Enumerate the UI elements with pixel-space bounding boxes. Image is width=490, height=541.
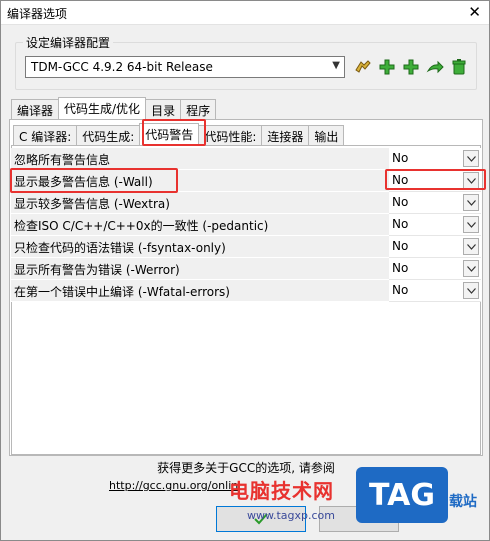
option-row: 显示较多警告信息 (-Wextra) No [11, 192, 481, 214]
option-label: 只检查代码的语法错误 (-fsyntax-only) [11, 236, 389, 258]
option-value: No [392, 283, 409, 297]
option-value-select[interactable]: No [389, 214, 481, 236]
option-row: 忽略所有警告信息 No [11, 148, 481, 170]
warning-options-grid: 忽略所有警告信息 No 显示最多警告信息 (-Wall) No 显示较多警告信息… [11, 148, 481, 302]
option-row: 在第一个错误中止编译 (-Wfatal-errors) No [11, 280, 481, 302]
tab-directories[interactable]: 目录 [145, 99, 182, 119]
watermark-badge-text: TAG [369, 477, 435, 513]
option-value-select[interactable]: No [389, 148, 481, 170]
option-label: 在第一个错误中止编译 (-Wfatal-errors) [11, 280, 389, 302]
rename-icon[interactable] [425, 57, 445, 77]
main-tab-bar: 编译器 代码生成/优化 目录 程序 [11, 97, 217, 119]
add-icon[interactable] [377, 57, 397, 77]
option-value-select[interactable]: No [389, 280, 481, 302]
tab-programs[interactable]: 程序 [180, 99, 217, 119]
chevron-down-icon[interactable] [463, 172, 479, 189]
delete-icon[interactable] [449, 57, 469, 77]
option-value: No [392, 151, 409, 165]
option-value: No [392, 173, 409, 187]
chevron-down-icon[interactable] [463, 238, 479, 255]
sub-tab-bar: C 编译器: 代码生成: 代码警告 代码性能: 连接器 输出 [13, 123, 345, 145]
compiler-config-value: TDM-GCC 4.9.2 64-bit Release [31, 60, 213, 74]
close-icon[interactable]: ✕ [468, 3, 481, 21]
watermark-side-text: 载站 [449, 494, 477, 510]
option-label: 忽略所有警告信息 [11, 148, 389, 170]
option-row: 显示最多警告信息 (-Wall) No [11, 170, 481, 192]
option-value-select[interactable]: No [389, 192, 481, 214]
option-value-select[interactable]: No [389, 170, 481, 192]
option-value: No [392, 217, 409, 231]
option-label: 显示最多警告信息 (-Wall) [11, 170, 389, 192]
gcc-docs-link[interactable]: http://gcc.gnu.org/onlin [109, 479, 238, 492]
tab-compiler[interactable]: 编译器 [11, 99, 60, 119]
title-bar: 编译器选项 ✕ [1, 1, 489, 25]
option-label: 显示所有警告为错误 (-Werror) [11, 258, 389, 280]
tab-c-compiler[interactable]: C 编译器: [13, 125, 78, 145]
edit-icon[interactable] [353, 57, 373, 77]
watermark-text: 电脑技术网 [229, 479, 334, 503]
add-copy-icon[interactable] [401, 57, 421, 77]
watermark-url: www.tagxp.com [247, 509, 335, 522]
chevron-down-icon[interactable] [463, 282, 479, 299]
chevron-down-icon[interactable] [463, 150, 479, 167]
option-row: 检查ISO C/C++/C++0x的一致性 (-pedantic) No [11, 214, 481, 236]
option-value-select[interactable]: No [389, 258, 481, 280]
option-row: 显示所有警告为错误 (-Werror) No [11, 258, 481, 280]
tab-code-generation-optimization[interactable]: 代码生成/优化 [58, 97, 147, 119]
compiler-options-dialog: 编译器选项 ✕ 设定编译器配置 TDM-GCC 4.9.2 64-bit Rel… [0, 0, 490, 541]
option-value: No [392, 195, 409, 209]
option-row: 只检查代码的语法错误 (-fsyntax-only) No [11, 236, 481, 258]
option-value-select[interactable]: No [389, 236, 481, 258]
chevron-down-icon[interactable] [463, 260, 479, 277]
chevron-down-icon[interactable] [463, 216, 479, 233]
option-value: No [392, 261, 409, 275]
tab-code-profiling[interactable]: 代码性能: [198, 125, 263, 145]
watermark-tag-logo: TAG [356, 467, 448, 523]
tab-code-generation[interactable]: 代码生成: [76, 125, 141, 145]
tab-linker[interactable]: 连接器 [261, 125, 310, 145]
compiler-config-select[interactable]: TDM-GCC 4.9.2 64-bit Release ▼ [25, 56, 345, 78]
chevron-down-icon: ▼ [332, 60, 340, 71]
compiler-config-label: 设定编译器配置 [23, 34, 114, 51]
option-label: 检查ISO C/C++/C++0x的一致性 (-pedantic) [11, 214, 389, 236]
option-value: No [392, 239, 409, 253]
chevron-down-icon[interactable] [463, 194, 479, 211]
window-title: 编译器选项 [7, 7, 68, 21]
tab-output[interactable]: 输出 [308, 125, 345, 145]
tab-code-warnings[interactable]: 代码警告 [139, 123, 200, 145]
option-label: 显示较多警告信息 (-Wextra) [11, 192, 389, 214]
